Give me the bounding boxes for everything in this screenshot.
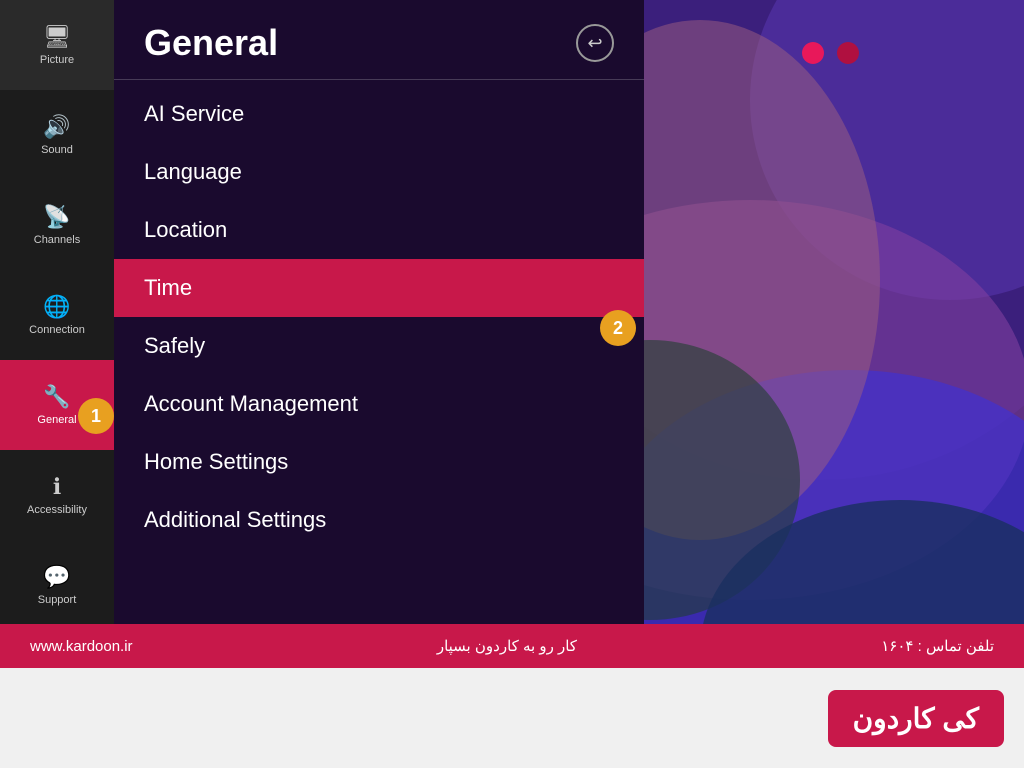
menu-list: AI ServiceLanguageLocationTimeSafelyAcco…: [114, 80, 644, 554]
sidebar-item-support[interactable]: 💬 Support: [0, 540, 114, 630]
sidebar-item-connection[interactable]: 🌐 Connection: [0, 270, 114, 360]
menu-item-language[interactable]: Language: [114, 143, 644, 201]
menu-item-home-settings[interactable]: Home Settings: [114, 433, 644, 491]
sidebar-item-picture[interactable]: 🖥 Picture: [0, 0, 114, 90]
back-button[interactable]: ↩: [576, 24, 614, 62]
main-panel: General ↩ AI ServiceLanguageLocationTime…: [114, 0, 644, 630]
menu-item-safely[interactable]: Safely: [114, 317, 644, 375]
kardoon-logo: کی کاردون: [828, 690, 1004, 747]
badge-2: 2: [600, 310, 636, 346]
menu-item-ai-service[interactable]: AI Service: [114, 85, 644, 143]
website-label: www.kardoon.ir: [30, 638, 133, 655]
general-icon: 🔧: [43, 384, 70, 410]
menu-item-additional-settings[interactable]: Additional Settings: [114, 491, 644, 549]
phone-label: تلفن تماس : ۱۶۰۴: [881, 637, 994, 655]
sidebar-item-sound[interactable]: 🔊 Sound: [0, 90, 114, 180]
connection-icon: 🌐: [43, 294, 70, 320]
sidebar: 🖥 Picture 🔊 Sound 📡 Channels 🌐 Connectio…: [0, 0, 114, 630]
sidebar-label-channels: Channels: [34, 234, 80, 246]
sidebar-item-accessibility[interactable]: ℹ Accessibility: [0, 450, 114, 540]
sidebar-label-picture: Picture: [40, 54, 74, 66]
sidebar-label-support: Support: [38, 594, 77, 606]
sidebar-label-sound: Sound: [41, 144, 73, 156]
sound-icon: 🔊: [43, 114, 70, 140]
menu-item-location[interactable]: Location: [114, 201, 644, 259]
menu-item-account-management[interactable]: Account Management: [114, 375, 644, 433]
menu-item-time[interactable]: Time: [114, 259, 644, 317]
bottom-bar: تلفن تماس : ۱۶۰۴ کار رو به کاردون بسپار …: [0, 624, 1024, 668]
decorative-dot-2: [837, 42, 859, 64]
accessibility-icon: ℹ: [53, 474, 61, 500]
sidebar-label-general: General: [37, 414, 76, 426]
panel-title: General: [144, 22, 278, 64]
sidebar-item-channels[interactable]: 📡 Channels: [0, 180, 114, 270]
support-icon: 💬: [43, 564, 70, 590]
picture-icon: 🖥: [43, 24, 71, 50]
sidebar-label-accessibility: Accessibility: [27, 504, 87, 516]
panel-header: General ↩: [114, 0, 644, 80]
sidebar-label-connection: Connection: [29, 324, 85, 336]
middle-label: کار رو به کاردون بسپار: [437, 637, 577, 655]
logo-bar: کی کاردون: [0, 668, 1024, 768]
channels-icon: 📡: [43, 204, 70, 230]
badge-1: 1: [78, 398, 114, 434]
decorative-dot-1: [802, 42, 824, 64]
